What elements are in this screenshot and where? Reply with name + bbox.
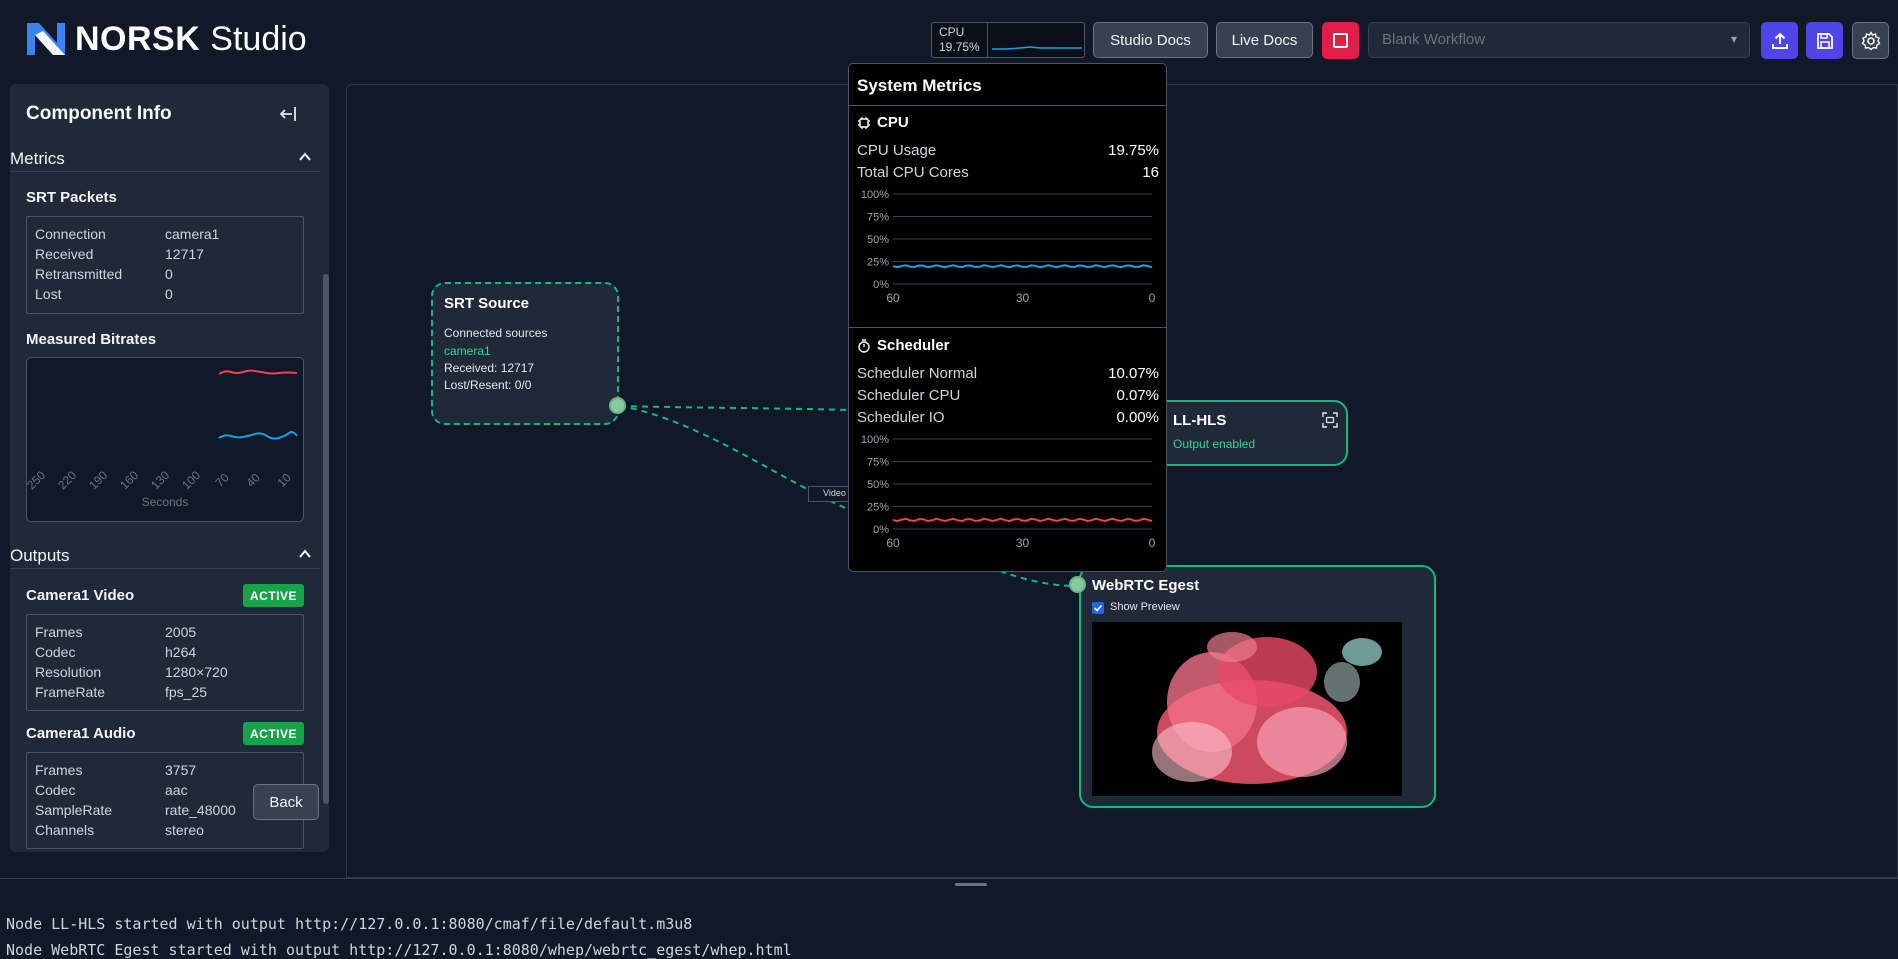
show-preview-checkbox[interactable]: [1092, 602, 1104, 614]
scheduler-chart: 100% 75% 50% 25% 0%60 30 0: [861, 434, 1156, 550]
video-preview-frame: [1152, 632, 1382, 784]
series-line: [892, 517, 1153, 523]
x-tick-label: 60: [886, 291, 900, 305]
y-tick-label: 25%: [867, 502, 889, 514]
y-tick-label: 75%: [867, 457, 889, 469]
log-line: Node WebRTC Egest started with output ht…: [6, 941, 792, 959]
metric-row: CPU Usage 19.75%: [857, 142, 1159, 159]
x-tick-label: 30: [1016, 536, 1030, 550]
y-tick-label: 75%: [867, 212, 889, 224]
metric-row: Scheduler CPU 0.07%: [857, 387, 1159, 404]
series-line: [892, 264, 1153, 269]
resize-handle[interactable]: [955, 883, 987, 886]
system-metrics-popover: System Metrics CPU CPU Usage 19.75% Total…: [848, 63, 1167, 572]
x-tick-label: 30: [1016, 291, 1030, 305]
log-line: Node LL-HLS started with output http://1…: [6, 915, 693, 933]
popover-title: System Metrics: [857, 76, 982, 95]
ll-hls-node[interactable]: LL-HLS Output enabled: [1140, 400, 1348, 466]
output-status: Output enabled: [1173, 437, 1256, 451]
x-tick-label: 0: [1149, 291, 1156, 305]
metric-row: Scheduler Normal 10.07%: [857, 365, 1159, 382]
y-tick-label: 0%: [873, 524, 889, 536]
y-tick-label: 0%: [873, 279, 889, 291]
checkmark-icon: [1093, 604, 1103, 612]
metric-row: Total CPU Cores 16: [857, 164, 1159, 181]
y-tick-label: 100%: [861, 434, 889, 446]
received-count: Received: 12717: [444, 361, 535, 375]
node-label: Connected sources: [444, 326, 548, 340]
video-preview[interactable]: [1092, 622, 1402, 796]
webrtc-egest-node[interactable]: WebRTC Egest Show Preview: [1079, 565, 1436, 808]
edge-webrtc-in: [999, 570, 1079, 587]
show-preview-label: Show Preview: [1110, 601, 1180, 613]
srt-source-node[interactable]: SRT Source Connected sources camera1 Rec…: [431, 282, 619, 425]
screenshot-icon[interactable]: [1322, 412, 1338, 428]
node-title: LL-HLS: [1173, 412, 1227, 429]
connected-source: camera1: [444, 344, 491, 358]
y-tick-label: 25%: [867, 257, 889, 269]
y-tick-label: 100%: [861, 189, 889, 201]
edge-srt-hls: [619, 405, 851, 411]
cpu-section-title: CPU: [857, 114, 909, 131]
webrtc-input-handle[interactable]: [1069, 576, 1086, 593]
x-tick-label: 0: [1149, 536, 1156, 550]
node-title: SRT Source: [444, 295, 530, 312]
cpu-usage-chart: 100% 75% 50% 25% 0%60 30 0: [861, 189, 1156, 305]
log-console: Node LL-HLS started with output http://1…: [0, 878, 1898, 959]
metric-row: Scheduler IO 0.00%: [857, 409, 1159, 426]
node-title: WebRTC Egest: [1092, 577, 1200, 594]
srt-output-handle[interactable]: [609, 397, 626, 414]
cpu-chip-icon: [858, 116, 870, 129]
divider: [849, 327, 1166, 328]
scheduler-section-title: Scheduler: [857, 337, 950, 354]
y-tick-label: 50%: [867, 234, 889, 246]
x-tick-label: 60: [886, 536, 900, 550]
lost-resent: Lost/Resent: 0/0: [444, 378, 532, 392]
timer-icon: [858, 338, 870, 353]
y-tick-label: 50%: [867, 479, 889, 491]
divider: [849, 105, 1166, 106]
